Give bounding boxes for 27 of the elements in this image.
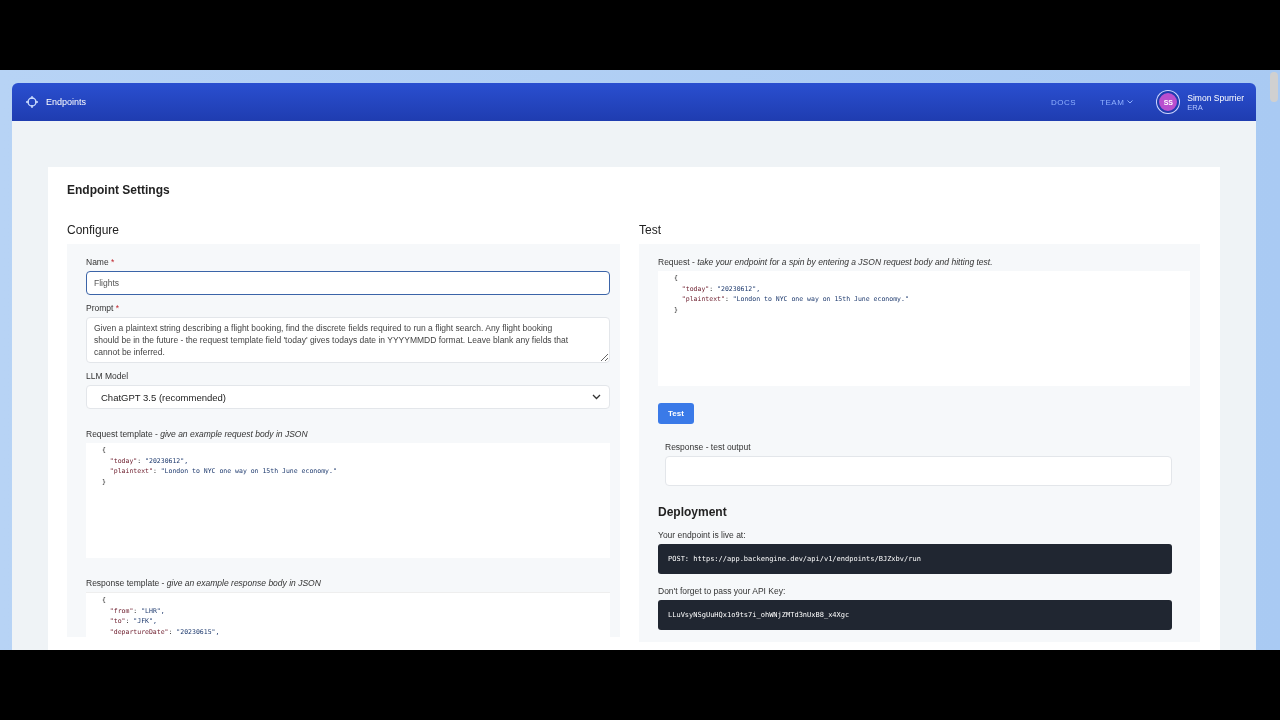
prompt-field[interactable]: Given a plaintext string describing a flight booking, find the discrete fields required to run a flight search. Any flight booking should be in the future - the request template field 'today' gives todays date in YYYYMMDD format. Leave blank any fields that cannot be inferred. (86, 317, 610, 363)
field-label: Request template - give an example request body in JSON (86, 429, 309, 439)
field-label: Name * (86, 257, 116, 267)
required-mark: * (115, 303, 120, 313)
model-select[interactable]: ChatGPT 3.5 (recommended) (86, 385, 610, 409)
response-output[interactable] (665, 456, 1172, 486)
section-title: Test (639, 223, 662, 237)
nav-link[interactable]: TEAM (1100, 97, 1134, 107)
chevron-down-icon (592, 394, 601, 400)
field-label: Prompt * (86, 303, 121, 313)
name-field[interactable]: Flights (86, 271, 610, 295)
field-label: Response - test output (665, 442, 752, 452)
field-label: Response template - give an example response body in JSON (86, 578, 322, 588)
field-label: Request - take your endpoint for a spin by entering a JSON request body and hitting test. (658, 257, 994, 267)
field-label: LLM Model (86, 371, 130, 381)
field-label: Your endpoint is live at: (658, 530, 747, 540)
section-title: Deployment (658, 505, 728, 519)
user-name: Simon Spurrier (1187, 92, 1244, 103)
nav-link[interactable]: DOCS (1050, 97, 1077, 107)
scrollbar[interactable] (1270, 72, 1278, 102)
field-label: Don't forget to pass your API Key: (658, 586, 787, 596)
page-title: Endpoint Settings (67, 183, 171, 197)
test-button[interactable]: Test (658, 403, 694, 424)
section-title: Configure (67, 223, 121, 237)
brand-link[interactable]: Endpoints (46, 97, 87, 107)
required-mark: * (111, 257, 115, 267)
crosshair-icon (26, 96, 38, 108)
